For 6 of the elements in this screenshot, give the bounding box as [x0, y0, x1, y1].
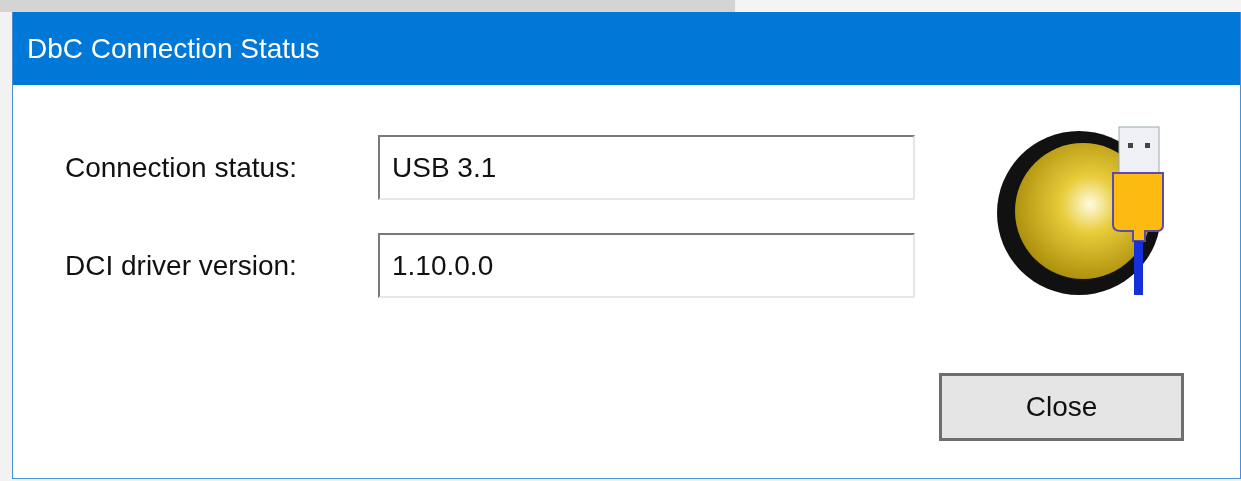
window-title: DbC Connection Status	[27, 31, 320, 66]
text-field[interactable]: 1.10.0.0	[378, 233, 915, 298]
field-label: DCI driver version:	[65, 248, 298, 283]
close-button[interactable]: Close	[939, 373, 1184, 441]
text-field[interactable]: USB 3.1	[378, 135, 915, 200]
field-label: Connection status:	[65, 150, 298, 185]
